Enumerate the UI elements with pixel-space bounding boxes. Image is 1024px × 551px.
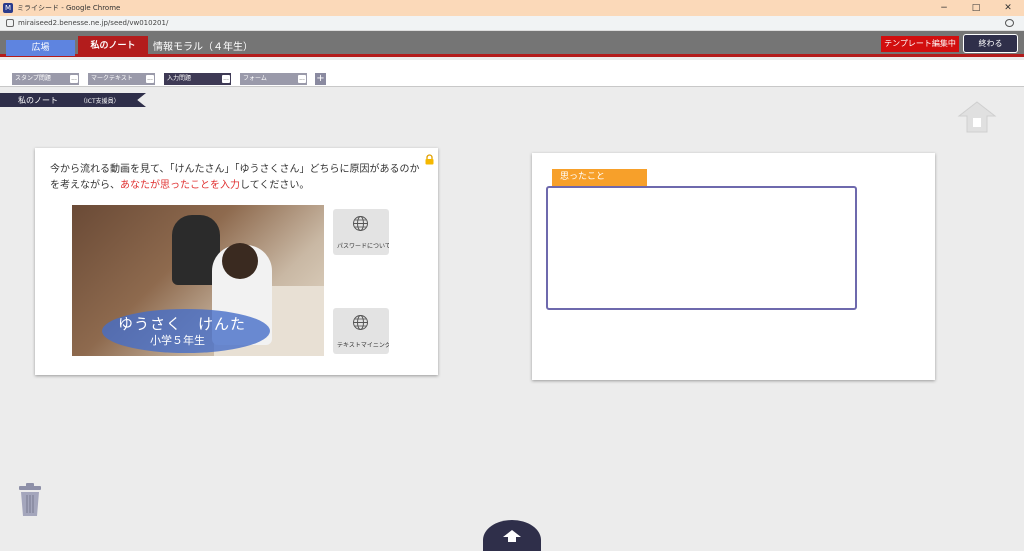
video-caption-names: ゆうさく けんた (118, 315, 247, 333)
up-arrow-icon[interactable] (957, 100, 997, 134)
address-bar[interactable]: miraiseed2.benesse.ne.jp/seed/vw010201/ (0, 16, 1024, 31)
trash-icon[interactable] (17, 483, 43, 517)
ribbon-title: 私のノート (18, 96, 58, 105)
tool-tab-label: 入力問題 (167, 75, 192, 82)
tool-tab-menu-button[interactable]: ... (222, 75, 230, 83)
tool-tab-label: フォーム (243, 75, 267, 82)
video-thumbnail[interactable]: ゆうさく けんた 小学５年生 (72, 205, 324, 356)
video-caption-grade: 小学５年生 (150, 334, 205, 347)
lock-icon[interactable] (424, 150, 435, 165)
tab-hiroba[interactable]: 広場 (6, 40, 75, 56)
note-owner-ribbon: 私のノート （ICT支援員） (0, 93, 146, 107)
answer-input[interactable] (546, 186, 857, 310)
link-tile-textmining[interactable]: テキストマイニング (333, 308, 389, 354)
site-info-icon[interactable] (6, 19, 14, 27)
ribbon-subtitle: （ICT支援員） (80, 98, 120, 105)
globe-icon (352, 215, 369, 232)
tool-tab-input[interactable]: 入力問題 ... (164, 73, 231, 85)
page-title: 情報モラル（４年生） (153, 42, 253, 53)
finish-button[interactable]: 終わる (963, 34, 1018, 53)
tool-tab-marktext[interactable]: マークテキスト ... (88, 73, 155, 85)
question-card[interactable]: 今から流れる動画を見て、「けんたさん」「ゆうさくさん」どちらに原因があるのかを考… (35, 148, 438, 375)
tab-my-note[interactable]: 私のノート (78, 36, 148, 56)
bottom-drawer-handle[interactable] (483, 520, 541, 551)
tool-tab-menu-button[interactable]: ... (298, 75, 306, 83)
answer-field-label: 思ったこと (552, 169, 647, 186)
add-tab-button[interactable]: + (315, 73, 326, 85)
window-controls: − □ ✕ (928, 0, 1024, 16)
window-title: ミライシード - Google Chrome (17, 4, 121, 12)
template-editing-badge: テンプレート編集中 (881, 36, 959, 52)
tool-tab-menu-button[interactable]: ... (146, 75, 154, 83)
link-tile-password[interactable]: パスワードについて (333, 209, 389, 255)
close-button[interactable]: ✕ (992, 0, 1024, 16)
tool-tab-label: スタンプ問題 (15, 75, 51, 82)
app-logo-icon: M (3, 3, 13, 13)
question-toolbar: スタンプ問題 ... マークテキスト ... 入力問題 ... フォーム ...… (0, 60, 1024, 87)
tool-tab-menu-button[interactable]: ... (70, 75, 78, 83)
up-arrow-icon (503, 530, 521, 542)
question-text: 今から流れる動画を見て、「けんたさん」「ゆうさくさん」どちらに原因があるのかを考… (50, 162, 428, 194)
visibility-icon[interactable] (1005, 19, 1014, 27)
minimize-button[interactable]: − (928, 0, 960, 16)
globe-icon (352, 314, 369, 331)
maximize-button[interactable]: □ (960, 0, 992, 16)
link-tile-label: テキストマイニング (337, 342, 389, 349)
tool-tab-label: マークテキスト (91, 75, 133, 82)
video-scene-head (222, 243, 258, 279)
question-highlight: あなたが思ったことを入力 (120, 180, 240, 191)
url-text[interactable]: miraiseed2.benesse.ne.jp/seed/vw010201/ (18, 19, 168, 27)
tool-tab-stamp[interactable]: スタンプ問題 ... (12, 73, 79, 85)
app-header: 広場 私のノート 情報モラル（４年生） テンプレート編集中 終わる (0, 31, 1024, 57)
answer-card[interactable]: 思ったこと (532, 153, 935, 380)
link-tile-label: パスワードについて (337, 243, 389, 250)
tool-tab-form[interactable]: フォーム ... (240, 73, 307, 85)
browser-title-bar: M ミライシード - Google Chrome − □ ✕ (0, 0, 1024, 16)
question-text-part2: してください。 (240, 180, 310, 191)
